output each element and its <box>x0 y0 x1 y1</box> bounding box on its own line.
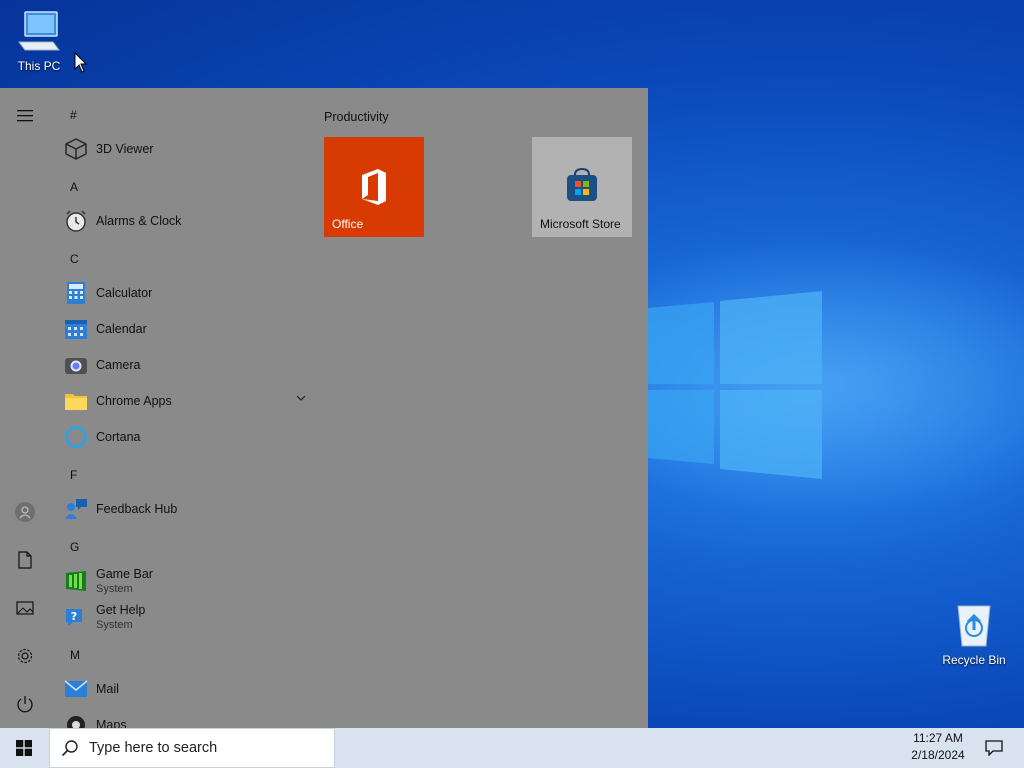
app-mail[interactable]: Mail <box>60 672 310 706</box>
taskbar: Type here to search 11:27 AM 2/18/2024 <box>0 728 1024 768</box>
pictures-button[interactable] <box>10 593 40 623</box>
office-icon <box>362 169 386 205</box>
mouse-cursor <box>74 52 88 73</box>
app-label: Chrome Apps <box>96 394 172 408</box>
app-label: Feedback Hub <box>96 502 178 516</box>
cube-icon <box>65 138 87 160</box>
app-label: Alarms & Clock <box>96 214 182 228</box>
recycle-bin-label: Recycle Bin <box>942 653 1006 667</box>
tile-label: Office <box>332 217 364 231</box>
alarm-clock-icon <box>66 210 86 232</box>
app-game-bar[interactable]: Game Bar System <box>60 564 310 598</box>
letter-header-c[interactable]: C <box>70 252 79 266</box>
letter-header-g[interactable]: G <box>70 540 79 554</box>
maps-icon <box>67 716 85 728</box>
app-camera[interactable]: Camera <box>60 348 310 382</box>
gear-icon <box>17 648 33 664</box>
power-icon <box>17 696 33 713</box>
tile-group-title[interactable]: Productivity <box>324 110 389 124</box>
cortana-icon <box>65 426 87 448</box>
search-placeholder[interactable]: Type here to search <box>89 740 217 756</box>
action-center-button[interactable] <box>980 734 1008 762</box>
app-label: Mail <box>96 682 119 696</box>
game-bar-icon <box>66 571 86 591</box>
tile-label: Microsoft Store <box>540 217 621 231</box>
account-button[interactable] <box>10 497 40 527</box>
settings-button[interactable] <box>10 641 40 671</box>
svg-text:?: ? <box>71 610 77 623</box>
hamburger-icon <box>17 110 33 122</box>
windows-logo-icon <box>16 740 32 756</box>
microsoft-store-tile[interactable]: Microsoft Store <box>532 137 632 237</box>
app-sublabel: System <box>96 619 133 631</box>
camera-icon <box>65 358 87 374</box>
app-chrome-apps[interactable]: Chrome Apps <box>60 384 310 418</box>
app-sublabel: System <box>96 583 133 595</box>
app-label: Camera <box>96 358 141 372</box>
app-feedback-hub[interactable]: Feedback Hub <box>60 492 310 526</box>
folder-icon <box>65 394 87 410</box>
start-rail <box>0 88 50 728</box>
clock[interactable]: 11:27 AM 2/18/2024 <box>890 730 986 766</box>
document-icon <box>18 551 32 569</box>
power-button[interactable] <box>10 689 40 719</box>
windows-wallpaper-logo <box>648 291 822 479</box>
start-menu: # 3D Viewer A Alarms & Clock C Calculato… <box>0 88 648 728</box>
app-alarms-clock[interactable]: Alarms & Clock <box>60 204 310 238</box>
letter-header-a[interactable]: A <box>70 180 78 194</box>
this-pc-label: This PC <box>17 59 61 73</box>
app-get-help[interactable]: ? Get Help System <box>60 600 310 634</box>
app-list: # 3D Viewer A Alarms & Clock C Calculato… <box>50 88 312 728</box>
app-label: Maps <box>96 718 127 728</box>
search-box[interactable]: Type here to search <box>49 728 335 768</box>
clock-time: 11:27 AM <box>913 731 963 745</box>
app-label: Cortana <box>96 430 141 444</box>
user-icon <box>15 502 35 522</box>
help-icon: ? <box>66 609 82 626</box>
app-label: 3D Viewer <box>96 142 154 156</box>
letter-header-f[interactable]: F <box>70 468 77 482</box>
clock-date: 2/18/2024 <box>911 748 965 762</box>
start-button[interactable] <box>0 728 48 768</box>
office-tile[interactable]: Office <box>324 137 424 237</box>
expand-menu-button[interactable] <box>10 101 40 131</box>
app-label: Get Help <box>96 603 146 617</box>
chevron-down-icon[interactable] <box>296 394 306 402</box>
letter-header-hash[interactable]: # <box>70 108 77 122</box>
app-cortana[interactable]: Cortana <box>60 420 310 454</box>
mail-icon <box>64 680 88 697</box>
app-calculator[interactable]: Calculator <box>60 276 310 310</box>
app-label: Calculator <box>96 286 153 300</box>
app-3d-viewer[interactable]: 3D Viewer <box>60 132 310 166</box>
recycle-bin-desktop-icon[interactable]: Recycle Bin <box>936 602 1012 667</box>
app-label: Calendar <box>96 322 147 336</box>
computer-icon <box>18 11 60 51</box>
recycle-bin-icon <box>957 605 991 647</box>
search-icon <box>60 738 80 758</box>
this-pc-desktop-icon[interactable]: This PC <box>1 10 77 73</box>
notification-icon <box>985 740 1003 756</box>
calculator-icon <box>67 282 85 304</box>
documents-button[interactable] <box>10 545 40 575</box>
app-maps[interactable]: Maps <box>60 708 310 728</box>
pictures-icon <box>16 601 34 615</box>
app-calendar[interactable]: Calendar <box>60 312 310 346</box>
microsoft-store-icon <box>567 167 597 201</box>
tiles-pane: Productivity Office Microsoft Store <box>312 88 648 728</box>
app-label: Game Bar <box>96 567 153 581</box>
feedback-icon <box>65 499 87 519</box>
letter-header-m[interactable]: M <box>70 648 80 662</box>
calendar-icon <box>65 320 87 339</box>
